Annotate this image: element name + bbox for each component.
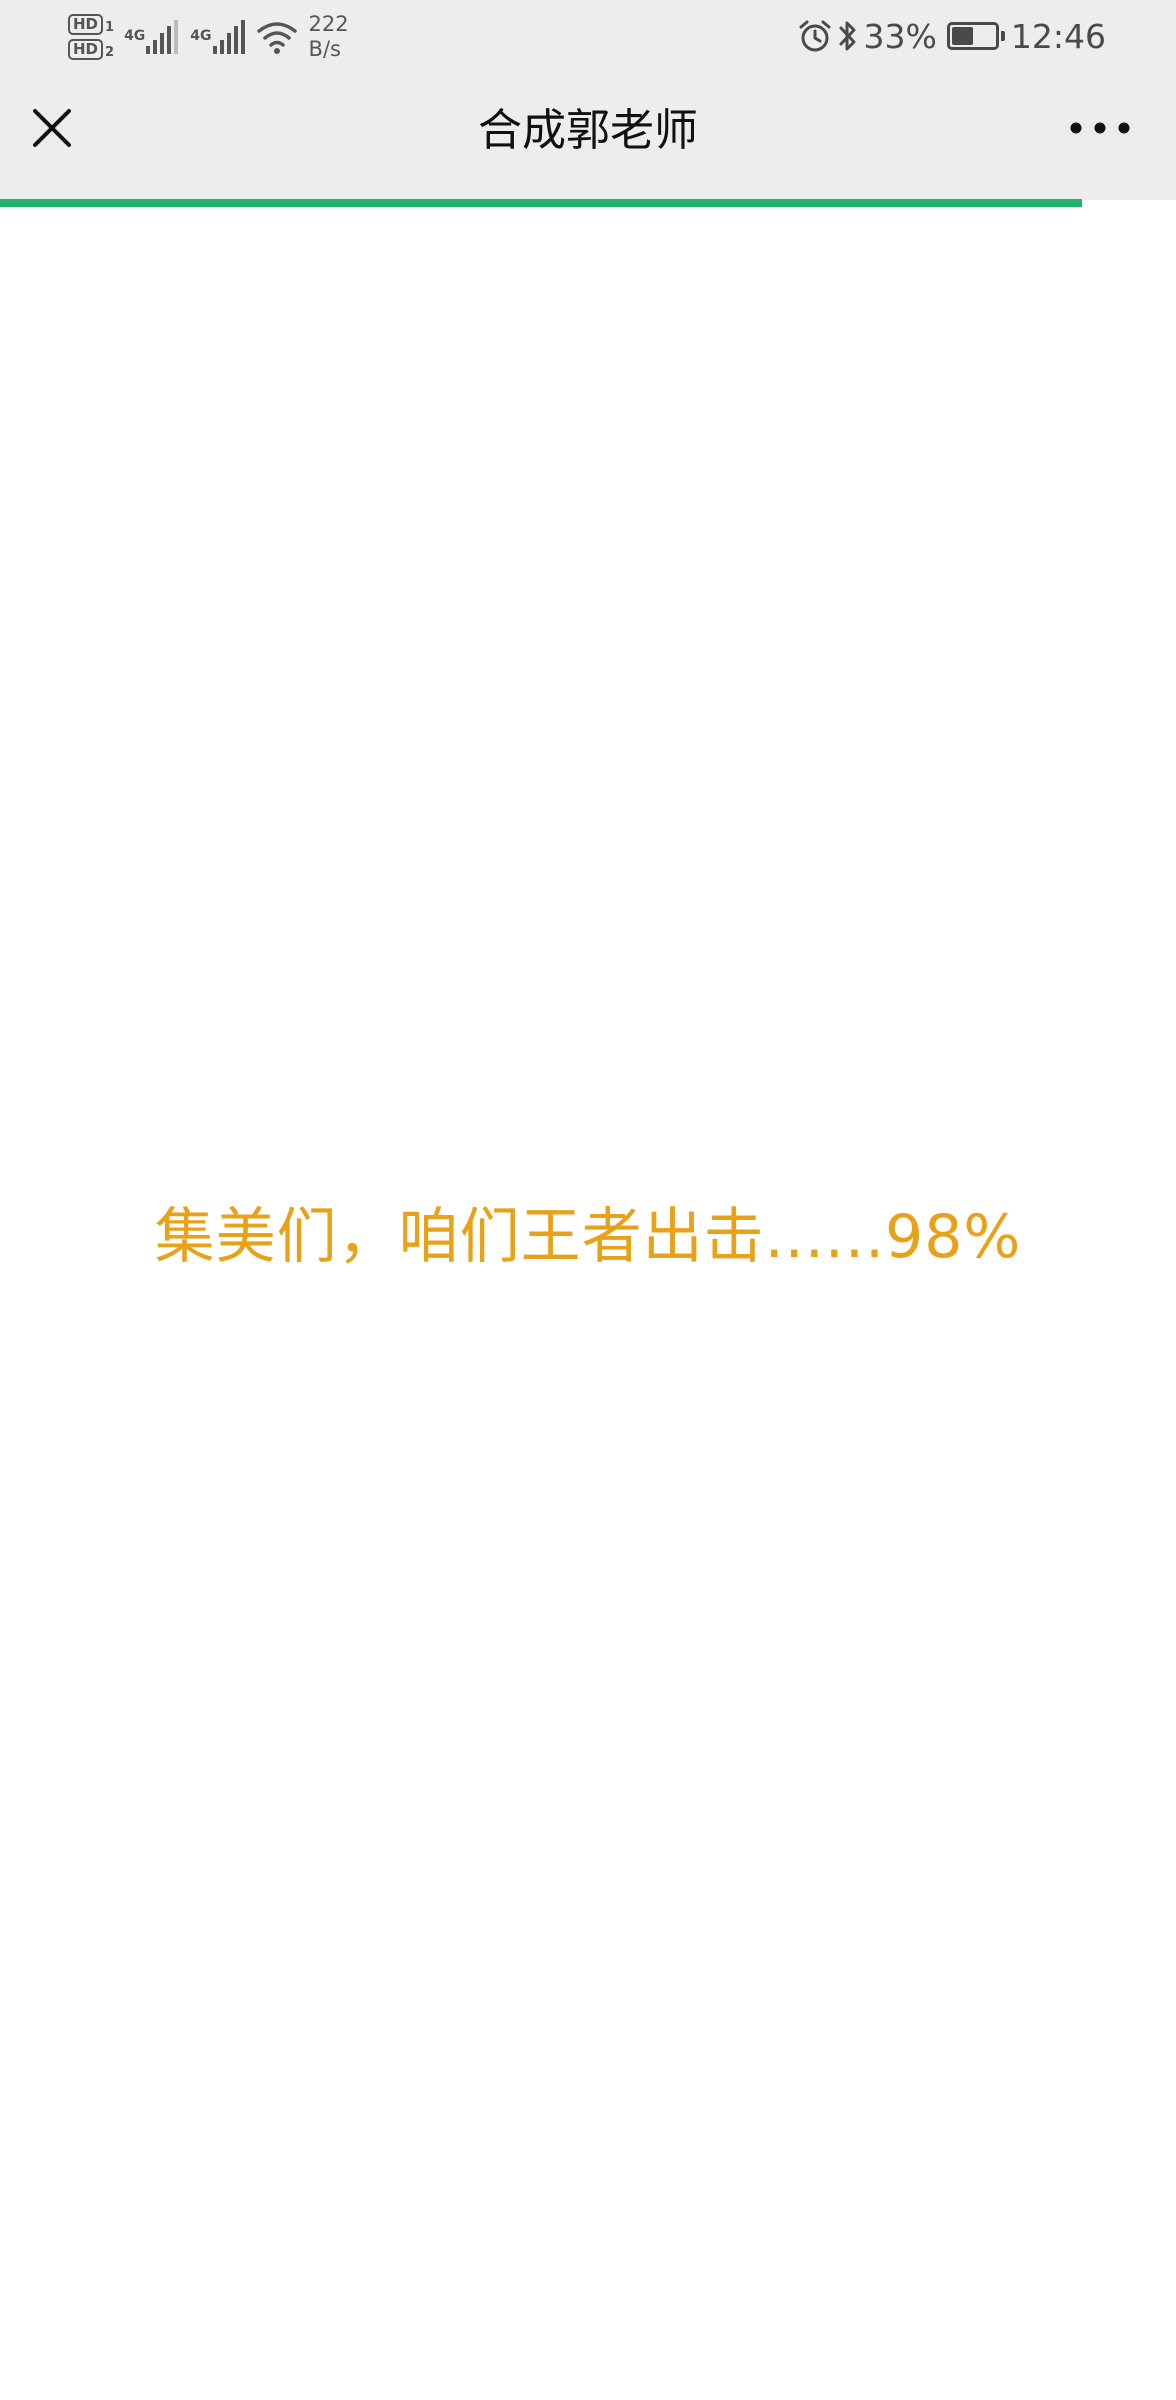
bluetooth-icon (839, 21, 856, 51)
status-bar: HD 1 HD 2 4G 4G 222 B/s 33% 12:46 (0, 0, 1176, 72)
battery-percent: 33% (863, 16, 937, 56)
battery-cap (1000, 31, 1005, 41)
sim1-hd: HD 1 (68, 14, 114, 35)
sim2-hd: HD 2 (68, 39, 114, 60)
more-button[interactable] (1062, 108, 1138, 148)
hd-icon: HD (68, 39, 104, 60)
signal-icon (212, 20, 245, 54)
page-load-progress-fill (0, 199, 1082, 207)
status-bar-right: 33% 12:46 (798, 10, 1106, 62)
network-type-label: 4G (124, 28, 146, 44)
loading-message: 集美们，咱们王者出击......98% (154, 1202, 1022, 1272)
network-type-label: 4G (190, 28, 212, 44)
sim1-signal: 4G (124, 20, 179, 54)
sim2-signal: 4G (190, 20, 245, 54)
wifi-icon (256, 22, 297, 54)
hd-indicators: HD 1 HD 2 (68, 14, 114, 60)
network-speed: 222 B/s (309, 12, 349, 62)
sim2-index: 2 (105, 45, 115, 60)
battery-icon (946, 22, 1005, 50)
hd-icon: HD (68, 14, 104, 35)
nav-bar: 合成郭老师 (0, 72, 1176, 200)
page-title: 合成郭老师 (478, 105, 698, 156)
sim1-index: 1 (105, 20, 115, 35)
status-bar-left: HD 1 HD 2 4G 4G 222 B/s (68, 8, 349, 66)
more-icon[interactable] (1062, 108, 1138, 148)
battery-level (951, 27, 974, 45)
signal-icon (146, 20, 179, 54)
network-speed-unit: B/s (308, 37, 341, 61)
alarm-icon (799, 20, 831, 52)
clock: 12:46 (1010, 16, 1106, 56)
network-speed-value: 222 (308, 12, 349, 36)
top-bar: HD 1 HD 2 4G 4G 222 B/s 33% 12:46 合成郭老师 (0, 0, 1176, 200)
page-load-progress (0, 199, 1176, 207)
